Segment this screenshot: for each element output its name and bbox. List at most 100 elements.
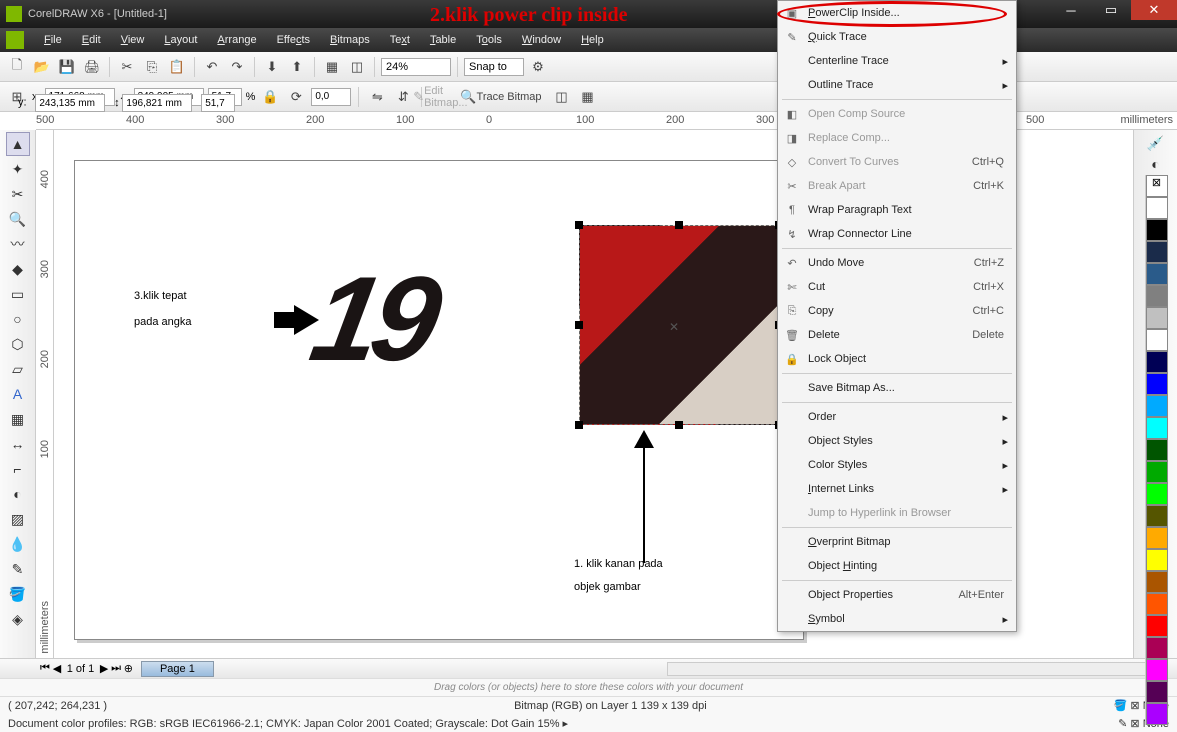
color-swatch[interactable] <box>1146 395 1168 417</box>
color-swatch[interactable] <box>1146 439 1168 461</box>
interactive-fill-icon[interactable]: ◈ <box>6 607 30 631</box>
color-swatch[interactable] <box>1146 461 1168 483</box>
first-page-icon[interactable]: ⏮ <box>40 662 50 675</box>
next-page-icon[interactable]: ▶ <box>100 662 108 675</box>
menu-arrange[interactable]: Arrange <box>207 30 266 50</box>
eyedropper-docker-icon[interactable]: 💉 <box>1144 134 1168 153</box>
mirror-h-icon[interactable]: ⇋ <box>366 86 388 108</box>
ctx-object-properties[interactable]: Object PropertiesAlt+Enter <box>778 583 1016 607</box>
crop-icon[interactable]: ◫ <box>551 86 573 108</box>
h-input[interactable] <box>122 94 192 112</box>
lock-ratio-icon[interactable]: 🔒 <box>259 86 281 108</box>
page-tab[interactable]: Page 1 <box>141 661 214 677</box>
menu-help[interactable]: Help <box>571 30 614 50</box>
connector-tool-icon[interactable]: ⌐ <box>6 457 30 481</box>
color-swatch[interactable] <box>1146 527 1168 549</box>
new-icon[interactable]: 🗋 <box>6 56 28 78</box>
menu-layout[interactable]: Layout <box>154 30 207 50</box>
menu-tools[interactable]: Tools <box>466 30 512 50</box>
ctx-undo-move[interactable]: ↶Undo MoveCtrl+Z <box>778 251 1016 275</box>
prev-page-icon[interactable]: ◀ <box>53 662 61 675</box>
ctx-outline-trace[interactable]: Outline Trace▸ <box>778 73 1016 97</box>
ctx-powerclip-inside-[interactable]: ▣PowerClip Inside... <box>778 1 1016 25</box>
zoom-tool-icon[interactable]: 🔍 <box>6 207 30 231</box>
cut-icon[interactable]: ✂ <box>116 56 138 78</box>
scaley-input[interactable] <box>201 94 235 112</box>
undo-icon[interactable]: ↶ <box>201 56 223 78</box>
last-page-icon[interactable]: ⏭ <box>111 662 121 675</box>
pick-tool-icon[interactable]: ▲ <box>6 132 30 156</box>
options-icon[interactable]: ⚙ <box>527 56 549 78</box>
rectangle-tool-icon[interactable]: ▭ <box>6 282 30 306</box>
color-swatch[interactable] <box>1146 329 1168 351</box>
paste-icon[interactable]: 📋 <box>166 56 188 78</box>
menu-file[interactable]: File <box>34 30 72 50</box>
welcome-icon[interactable]: ◫ <box>346 56 368 78</box>
save-icon[interactable]: 💾 <box>56 56 78 78</box>
color-swatch[interactable] <box>1146 373 1168 395</box>
color-swatch[interactable] <box>1146 659 1168 681</box>
selection-handle[interactable] <box>575 421 583 429</box>
color-swatch[interactable] <box>1146 615 1168 637</box>
transparency-tool-icon[interactable]: ▨ <box>6 507 30 531</box>
color-swatch[interactable] <box>1146 263 1168 285</box>
color-swatch[interactable] <box>1146 197 1168 219</box>
app-launcher-icon[interactable]: ▦ <box>321 56 343 78</box>
add-page-icon[interactable]: ⊕ <box>124 662 133 675</box>
no-color-swatch[interactable]: ⊠ <box>1146 175 1168 197</box>
color-swatch[interactable] <box>1146 351 1168 373</box>
crop-tool-icon[interactable]: ✂ <box>6 182 30 206</box>
color-swatch[interactable] <box>1146 505 1168 527</box>
menu-bitmaps[interactable]: Bitmaps <box>320 30 380 50</box>
selection-handle[interactable] <box>575 321 583 329</box>
rotation-input[interactable] <box>311 88 351 106</box>
smart-fill-icon[interactable]: ◆ <box>6 257 30 281</box>
color-swatch[interactable] <box>1146 549 1168 571</box>
mirror-v-icon[interactable]: ⇵ <box>392 86 414 108</box>
effects-tool-icon[interactable]: ◐ <box>6 482 30 506</box>
menu-table[interactable]: Table <box>420 30 466 50</box>
menu-edit[interactable]: Edit <box>72 30 111 50</box>
ctx-wrap-connector-line[interactable]: ↯Wrap Connector Line <box>778 222 1016 246</box>
export-icon[interactable]: ⬆ <box>286 56 308 78</box>
color-swatch[interactable] <box>1146 681 1168 703</box>
h-scrollbar[interactable] <box>667 662 1147 676</box>
ctx-cut[interactable]: ✄CutCtrl+X <box>778 275 1016 299</box>
color-swatch[interactable] <box>1146 593 1168 615</box>
color-swatch[interactable] <box>1146 703 1168 725</box>
y-input[interactable] <box>35 94 105 112</box>
ctx-quick-trace[interactable]: ✎Quick Trace <box>778 25 1016 49</box>
basic-shapes-icon[interactable]: ▱ <box>6 357 30 381</box>
ctx-delete[interactable]: 🗑DeleteDelete <box>778 323 1016 347</box>
redo-icon[interactable]: ↷ <box>226 56 248 78</box>
selection-handle[interactable] <box>675 221 683 229</box>
trace-bitmap-button[interactable]: 🔍 Trace Bitmap <box>455 86 546 108</box>
close-button[interactable]: ✕ <box>1131 0 1177 20</box>
number-19-object[interactable]: 19 <box>302 250 444 388</box>
menu-effects[interactable]: Effects <box>267 30 320 50</box>
color-docker-icon[interactable]: ◐ <box>1144 155 1168 173</box>
fill-tool-icon[interactable]: 🪣 <box>6 582 30 606</box>
menu-view[interactable]: View <box>111 30 155 50</box>
dimension-tool-icon[interactable]: ↔ <box>6 432 30 456</box>
outline-tool-icon[interactable]: ✎ <box>6 557 30 581</box>
maximize-button[interactable]: ▭ <box>1091 0 1131 20</box>
ctx-object-hinting[interactable]: Object Hinting <box>778 554 1016 578</box>
ctx-save-bitmap-as-[interactable]: Save Bitmap As... <box>778 376 1016 400</box>
selection-handle[interactable] <box>575 221 583 229</box>
color-swatch[interactable] <box>1146 241 1168 263</box>
color-swatch[interactable] <box>1146 285 1168 307</box>
freehand-tool-icon[interactable]: 〰 <box>6 232 30 256</box>
menu-window[interactable]: Window <box>512 30 571 50</box>
color-swatch[interactable] <box>1146 417 1168 439</box>
color-swatch[interactable] <box>1146 571 1168 593</box>
print-icon[interactable]: 🖨 <box>81 56 103 78</box>
color-swatch[interactable] <box>1146 307 1168 329</box>
ctx-centerline-trace[interactable]: Centerline Trace▸ <box>778 49 1016 73</box>
ctx-object-styles[interactable]: Object Styles▸ <box>778 429 1016 453</box>
copy-icon[interactable]: ⎘ <box>141 56 163 78</box>
import-icon[interactable]: ⬇ <box>261 56 283 78</box>
shape-tool-icon[interactable]: ✦ <box>6 157 30 181</box>
snapto-dropdown[interactable] <box>464 58 524 76</box>
ctx-lock-object[interactable]: 🔒Lock Object <box>778 347 1016 371</box>
